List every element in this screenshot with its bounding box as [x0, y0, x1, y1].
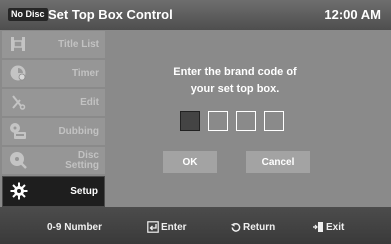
- code-digit-box[interactable]: [236, 111, 256, 131]
- no-disc-badge: No Disc: [8, 8, 48, 21]
- footer-bar: 0-9 Number Enter Return Exit: [0, 207, 391, 244]
- prompt-line-1: Enter the brand code of: [173, 66, 297, 78]
- sidebar-item-edit[interactable]: Edit: [2, 89, 105, 116]
- brand-code-prompt: Enter the brand code of your set top box…: [120, 64, 350, 98]
- sidebar-item-title-list[interactable]: Title List: [2, 31, 105, 58]
- code-digit-box[interactable]: [180, 111, 200, 131]
- code-digit-box[interactable]: [208, 111, 228, 131]
- enter-label: Enter: [161, 221, 187, 233]
- code-digit-box[interactable]: [264, 111, 284, 131]
- exit-icon: [313, 222, 323, 232]
- prompt-line-2: your set top box.: [190, 83, 280, 95]
- exit-hint: Exit: [312, 221, 344, 233]
- sidebar-item-label: Timer: [71, 67, 99, 79]
- clock-icon: [9, 64, 27, 82]
- scissors-icon: [9, 93, 27, 111]
- sidebar-item-label: Setup: [70, 185, 98, 197]
- ok-button[interactable]: OK: [163, 151, 217, 173]
- enter-hint: Enter: [147, 221, 187, 233]
- header-bar: No Disc Set Top Box Control 12:00 AM: [0, 0, 391, 30]
- return-label: Return: [243, 221, 276, 233]
- sidebar-item-label: Disc Setting: [65, 149, 99, 171]
- return-icon: [230, 222, 241, 232]
- dubbing-icon: [9, 122, 27, 140]
- exit-label: Exit: [326, 221, 345, 233]
- sidebar-item-disc-setting[interactable]: Disc Setting: [2, 147, 105, 174]
- number-hint: 0-9 Number: [47, 221, 103, 233]
- set-top-box-control-screen: No Disc Set Top Box Control 12:00 AM Tit…: [0, 0, 391, 244]
- return-hint: Return: [230, 221, 275, 233]
- sidebar-item-label: Title List: [58, 38, 99, 50]
- cancel-button[interactable]: Cancel: [246, 151, 310, 173]
- sidebar-item-timer[interactable]: Timer: [2, 60, 105, 87]
- sidebar-item-label: Edit: [80, 96, 99, 108]
- disc-icon: [9, 151, 27, 169]
- page-title: Set Top Box Control: [48, 7, 173, 22]
- sidebar-item-dubbing[interactable]: Dubbing: [2, 118, 105, 145]
- clock: 12:00 AM: [324, 7, 381, 22]
- sidebar-item-setup[interactable]: Setup: [2, 176, 105, 207]
- sidebar-menu: Title List Timer Edit Dubbing Disc Setti…: [2, 31, 105, 207]
- enter-icon: [147, 221, 159, 233]
- sidebar-item-label: Dubbing: [58, 125, 99, 137]
- film-strip-icon: [9, 35, 27, 53]
